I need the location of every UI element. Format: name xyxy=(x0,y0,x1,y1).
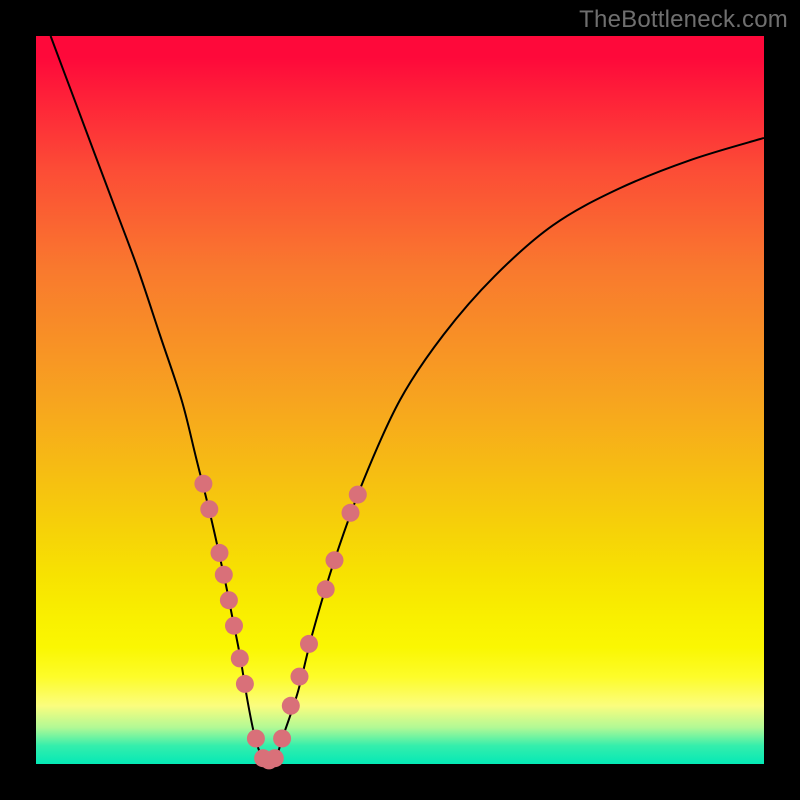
bottleneck-curve xyxy=(51,36,764,764)
marker-dot xyxy=(236,675,254,693)
marker-dot xyxy=(300,635,318,653)
marker-dot xyxy=(211,544,229,562)
marker-dot xyxy=(220,591,238,609)
marker-dot xyxy=(349,486,367,504)
curve-markers xyxy=(194,475,366,770)
plot-area xyxy=(36,36,764,764)
marker-dot xyxy=(326,551,344,569)
marker-dot xyxy=(225,617,243,635)
marker-dot xyxy=(266,749,284,767)
marker-dot xyxy=(200,500,218,518)
marker-dot xyxy=(317,580,335,598)
marker-dot xyxy=(282,697,300,715)
watermark-text: TheBottleneck.com xyxy=(579,6,788,34)
marker-dot xyxy=(247,730,265,748)
chart-frame: TheBottleneck.com xyxy=(0,0,800,800)
chart-svg xyxy=(36,36,764,764)
marker-dot xyxy=(291,668,309,686)
marker-dot xyxy=(273,730,291,748)
marker-dot xyxy=(215,566,233,584)
marker-dot xyxy=(342,504,360,522)
marker-dot xyxy=(231,649,249,667)
marker-dot xyxy=(194,475,212,493)
